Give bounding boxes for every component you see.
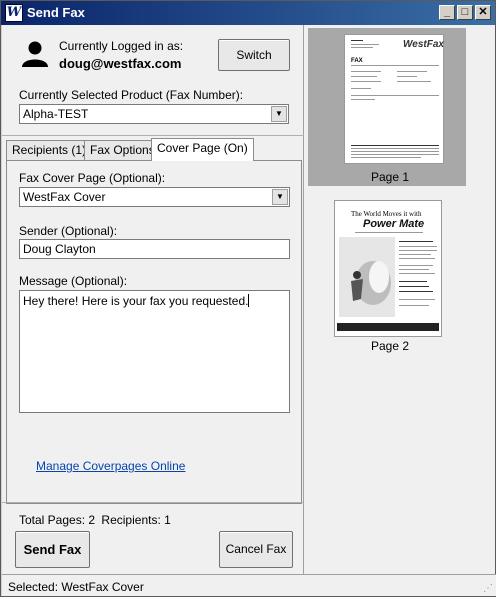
cover-page-label: Fax Cover Page (Optional): bbox=[19, 171, 166, 185]
page-1-preview-selected[interactable]: WestFax FAX Page 1 bbox=[308, 28, 466, 186]
product-select-value: Alpha-TEST bbox=[23, 107, 89, 121]
logged-in-label: Currently Logged in as: bbox=[59, 39, 184, 53]
cover-page-select-value: WestFax Cover bbox=[23, 190, 106, 204]
product-select[interactable]: Alpha-TEST ▼ bbox=[19, 104, 289, 124]
resize-grip-icon[interactable]: ⋰ bbox=[483, 583, 493, 594]
switch-user-button[interactable]: Switch bbox=[218, 39, 290, 71]
recipients-count-label: Recipients: bbox=[101, 513, 161, 527]
app-logo-icon: W bbox=[5, 4, 23, 22]
window-title: Send Fax bbox=[27, 5, 85, 20]
powermate-brand: Power Mate bbox=[363, 218, 425, 230]
user-icon bbox=[22, 41, 48, 67]
ad-photo bbox=[339, 237, 395, 317]
send-fax-window: W Send Fax _ □ ✕ Currently Logged in as:… bbox=[0, 0, 496, 597]
dropdown-arrow-icon[interactable]: ▼ bbox=[272, 189, 288, 205]
cancel-fax-button[interactable]: Cancel Fax bbox=[219, 531, 293, 568]
preview-pane[interactable]: WestFax FAX Page 1 The World Moves it wi… bbox=[304, 25, 495, 574]
close-icon[interactable]: ✕ bbox=[475, 5, 491, 20]
message-textarea[interactable]: Hey there! Here is your fax you requeste… bbox=[19, 290, 290, 413]
page-2-label: Page 2 bbox=[371, 339, 410, 353]
tab-recipients[interactable]: Recipients (1) bbox=[6, 140, 93, 160]
total-pages-value: 2 bbox=[88, 513, 96, 527]
sender-input-value: Doug Clayton bbox=[23, 242, 96, 256]
user-email: doug@westfax.com bbox=[59, 56, 182, 71]
westfax-brand-mark: WestFax bbox=[403, 39, 444, 50]
tab-cover-page[interactable]: Cover Page (On) bbox=[151, 138, 254, 161]
send-fax-button[interactable]: Send Fax bbox=[15, 531, 90, 568]
footer-divider bbox=[2, 502, 304, 503]
fax-form-pane: Currently Logged in as: doug@westfax.com… bbox=[2, 25, 304, 574]
page-2-thumbnail[interactable]: The World Moves it with Power Mate bbox=[334, 200, 442, 337]
message-textarea-value: Hey there! Here is your fax you requeste… bbox=[23, 294, 250, 308]
totals-summary: Total Pages: 2 Recipients: 1 bbox=[19, 513, 171, 527]
tab-fax-options[interactable]: Fax Options bbox=[84, 140, 161, 160]
sender-input[interactable]: Doug Clayton bbox=[19, 239, 290, 259]
recipients-count-value: 1 bbox=[164, 513, 171, 527]
maximize-icon[interactable]: □ bbox=[457, 5, 473, 20]
message-label: Message (Optional): bbox=[19, 274, 128, 288]
ad-contact-bar bbox=[337, 323, 439, 331]
fax-heading: FAX bbox=[351, 58, 363, 64]
manage-coverpages-link[interactable]: Manage Coverpages Online bbox=[36, 459, 185, 473]
minimize-icon[interactable]: _ bbox=[439, 5, 455, 20]
text-caret bbox=[248, 294, 250, 307]
powermate-tagline: The World Moves it with bbox=[351, 210, 422, 218]
page-1-thumbnail[interactable]: WestFax FAX bbox=[344, 34, 444, 164]
status-text: Selected: WestFax Cover bbox=[8, 580, 144, 594]
sender-label: Sender (Optional): bbox=[19, 224, 118, 238]
product-label: Currently Selected Product (Fax Number): bbox=[19, 88, 244, 102]
dropdown-arrow-icon[interactable]: ▼ bbox=[271, 106, 287, 122]
total-pages-label: Total Pages: bbox=[19, 513, 86, 527]
status-bar: Selected: WestFax Cover ⋰ bbox=[2, 574, 496, 596]
section-divider bbox=[2, 135, 304, 136]
cover-page-select[interactable]: WestFax Cover ▼ bbox=[19, 187, 290, 207]
title-bar[interactable]: W Send Fax _ □ ✕ bbox=[1, 1, 495, 25]
page-1-label: Page 1 bbox=[371, 170, 410, 184]
